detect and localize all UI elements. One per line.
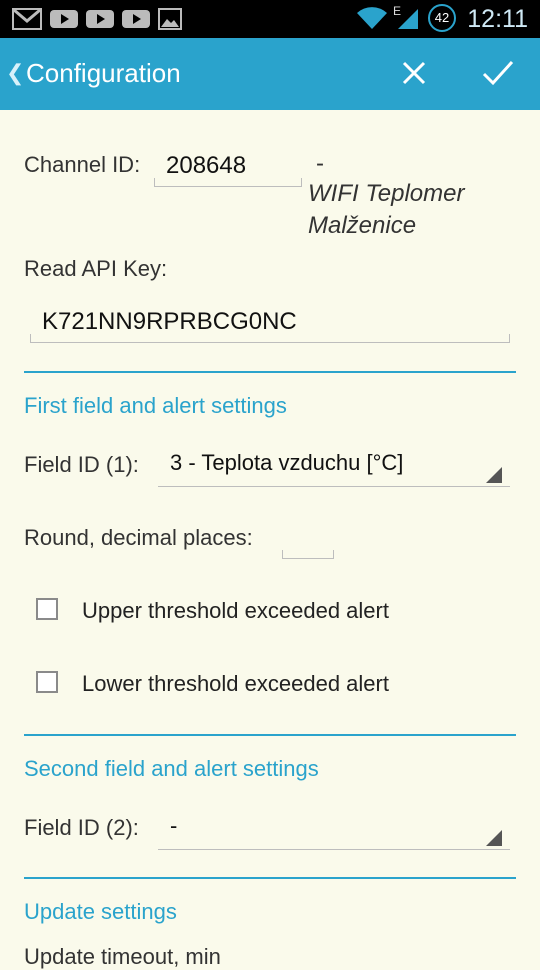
youtube-icon: [122, 10, 150, 28]
upper-threshold-label[interactable]: Upper threshold exceeded alert: [82, 598, 389, 624]
wifi-icon: [357, 7, 387, 29]
page-title[interactable]: Configuration: [26, 58, 181, 89]
channel-name-line2: Malženice: [308, 212, 417, 234]
update-timeout-label: Update timeout, min: [24, 944, 221, 969]
lower-threshold-checkbox[interactable]: [36, 671, 58, 693]
dropdown-arrow-icon: [486, 467, 502, 483]
field-1-value: 3 - Teplota vzduchu [°C]: [170, 450, 404, 475]
battery-icon: 42: [428, 4, 456, 32]
channel-name-separator: -: [316, 150, 324, 177]
signal-icon: [398, 9, 418, 29]
api-key-label: Read API Key:: [24, 256, 168, 281]
field-2-label: Field ID (2):: [24, 815, 139, 840]
field-1-dropdown[interactable]: 3 - Teplota vzduchu [°C]: [158, 446, 510, 487]
field-1-label: Field ID (1):: [24, 452, 139, 477]
gallery-icon: [158, 8, 182, 30]
chevron-left-icon[interactable]: ❮: [6, 60, 24, 86]
section-divider: [24, 734, 516, 736]
youtube-icon: [86, 10, 114, 28]
lower-threshold-label[interactable]: Lower threshold exceeded alert: [82, 671, 389, 697]
gmail-icon: [12, 8, 42, 30]
update-section-title: Update settings: [24, 899, 177, 924]
round-decimal-input[interactable]: [282, 522, 334, 559]
round-decimal-label: Round, decimal places:: [24, 525, 253, 550]
section-divider: [24, 371, 516, 373]
channel-id-label: Channel ID:: [24, 152, 141, 177]
dropdown-arrow-icon: [486, 830, 502, 846]
field-2-dropdown[interactable]: -: [158, 809, 510, 850]
second-field-section-title: Second field and alert settings: [24, 756, 319, 781]
youtube-icon: [50, 10, 78, 28]
check-icon[interactable]: [480, 57, 516, 89]
section-divider: [24, 877, 516, 879]
api-key-value: K721NN9RPRBCG0NC: [42, 308, 297, 335]
channel-name-line1: WIFI Teplomer: [308, 180, 465, 207]
channel-name: WIFI Teplomer Malženice: [308, 180, 528, 234]
action-bar: ❮ Configuration: [0, 38, 540, 110]
clock: 12:11: [467, 5, 528, 33]
api-key-input[interactable]: K721NN9RPRBCG0NC: [30, 296, 510, 343]
first-field-section-title: First field and alert settings: [24, 393, 287, 418]
battery-level: 42: [434, 10, 450, 25]
field-2-value: -: [170, 813, 178, 838]
channel-id-value: 208648: [166, 152, 247, 179]
channel-id-input[interactable]: 208648: [154, 142, 302, 187]
close-icon[interactable]: [398, 57, 430, 89]
status-bar: E 42 12:11: [0, 0, 540, 38]
upper-threshold-checkbox[interactable]: [36, 598, 58, 620]
